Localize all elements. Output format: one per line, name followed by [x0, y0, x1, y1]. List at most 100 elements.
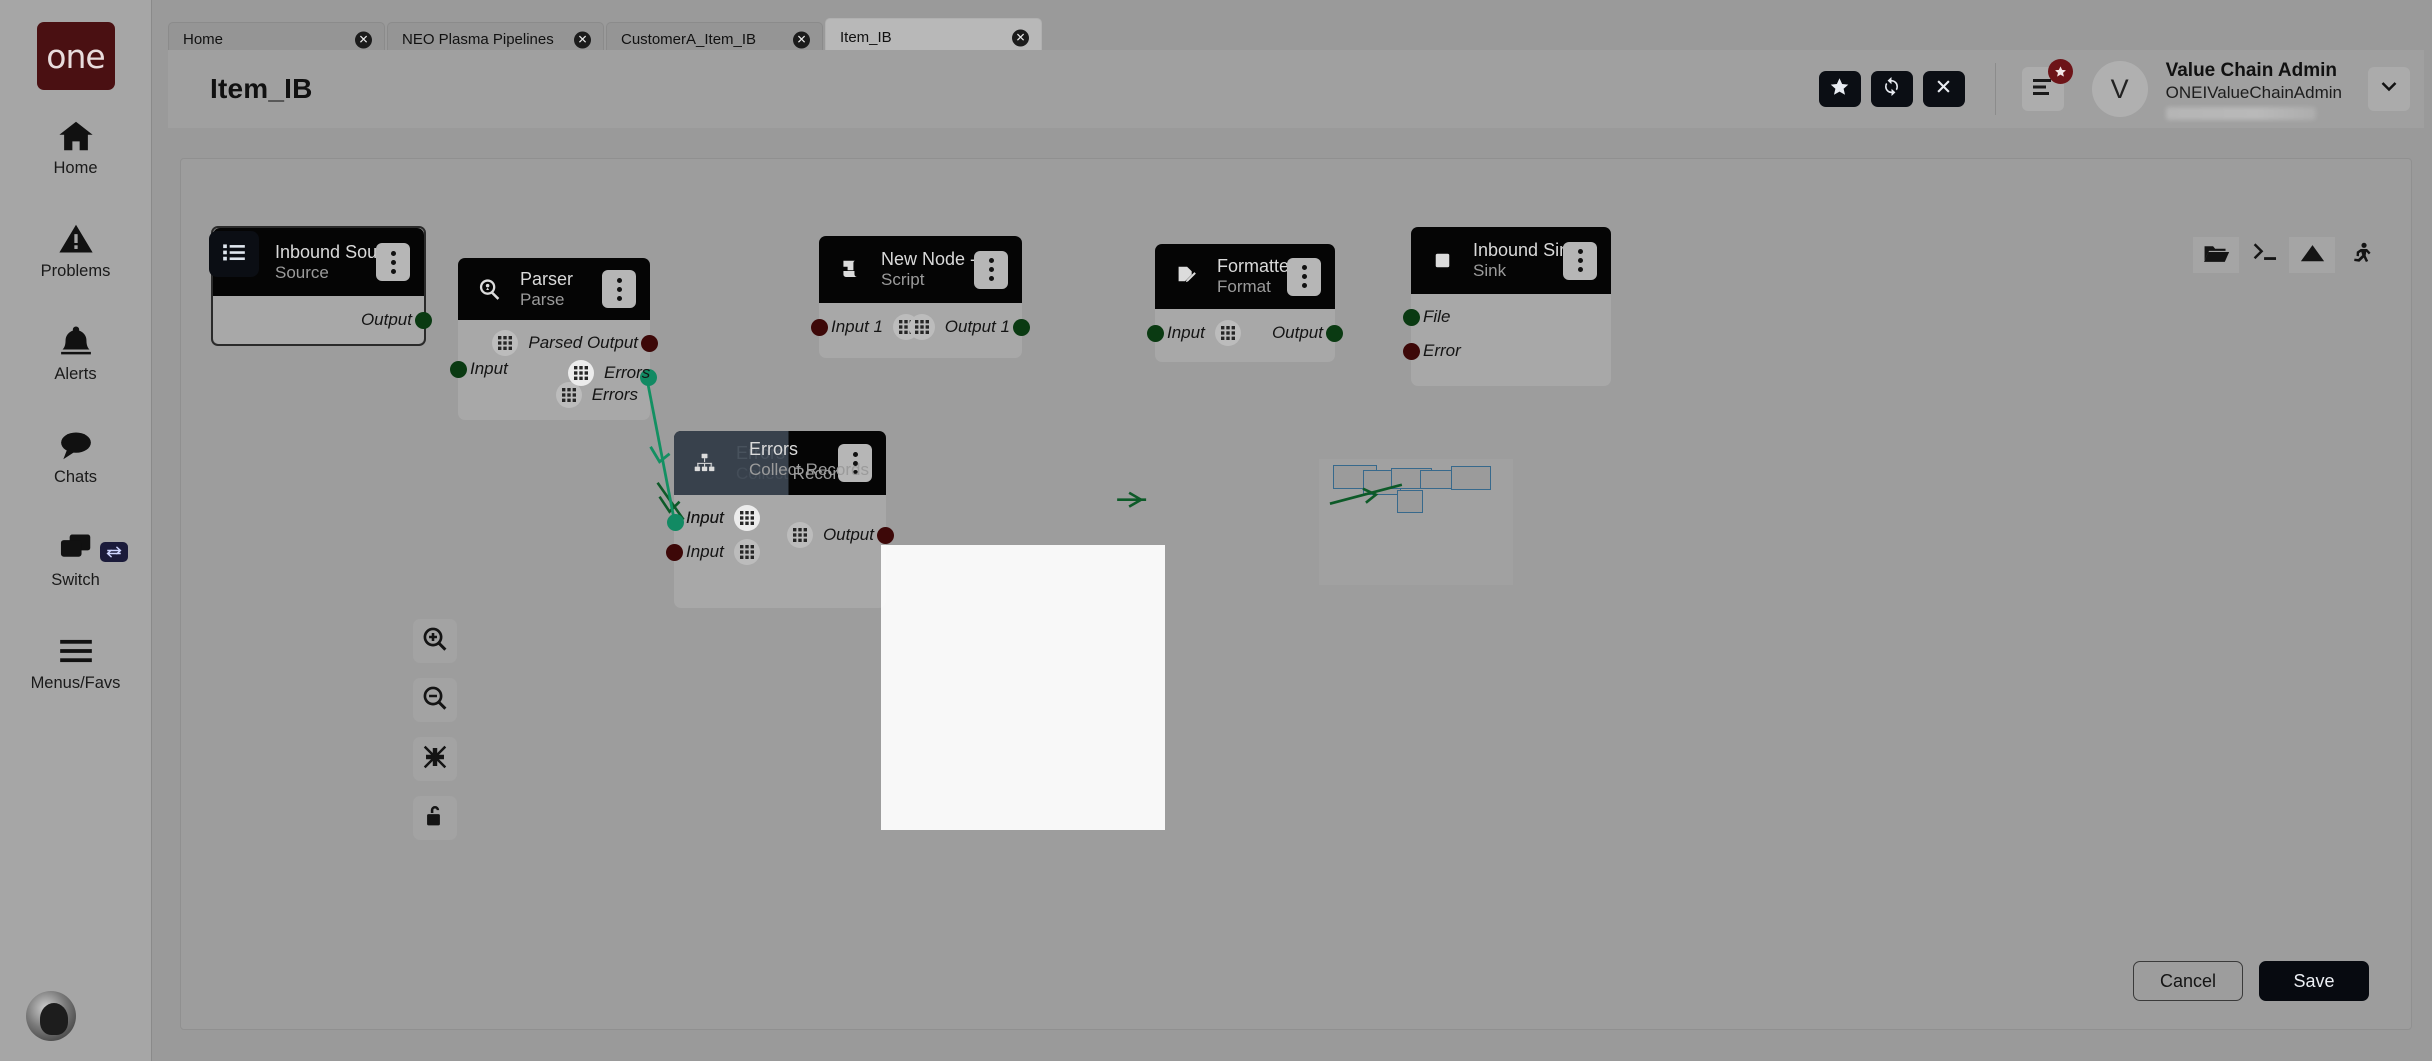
port-output-1[interactable]: Output 1	[908, 314, 1010, 340]
refresh-icon	[1881, 76, 1902, 102]
port-parsed-output[interactable]: Parsed Output	[492, 330, 638, 356]
port-label: Input	[686, 542, 724, 561]
open-folder-button[interactable]	[2193, 237, 2239, 273]
port-dot-errors-target[interactable]	[667, 514, 684, 531]
port-input[interactable]: Input	[1167, 320, 1241, 346]
port-input-1[interactable]: Input 1	[831, 314, 919, 340]
zoom-in-button[interactable]	[413, 619, 457, 663]
close-icon[interactable]: ✕	[1012, 29, 1029, 46]
sidebar-item-chats[interactable]: Chats	[0, 409, 152, 502]
node-parser[interactable]: Parser Parse Parsed Output Errors Input	[450, 258, 658, 420]
port-dot-output[interactable]	[1326, 325, 1343, 342]
user-info: Value Chain Admin ONEIValueChainAdmin	[2165, 59, 2342, 120]
magnifier-minus-icon	[421, 684, 449, 717]
node-new-node-1[interactable]: New Node - 1 Script Input 1 Output 1	[811, 236, 1030, 358]
save-button[interactable]: Save	[2259, 961, 2369, 1001]
port-dot-input[interactable]	[450, 361, 467, 378]
node-header[interactable]: Inbound Sink Sink	[1411, 227, 1611, 294]
node-subtitle: Source	[275, 262, 329, 282]
port-label: Input	[470, 359, 508, 378]
port-dot-output[interactable]	[877, 527, 894, 544]
node-header[interactable]: New Node - 1 Script	[819, 236, 1022, 303]
tab-label: Home	[183, 31, 224, 48]
user-menu-button[interactable]	[2368, 67, 2410, 111]
refresh-button[interactable]	[1870, 71, 1913, 107]
grid-icon	[1214, 320, 1241, 346]
document-edit-icon	[1169, 264, 1203, 289]
port-error[interactable]: Error	[1423, 340, 1461, 362]
node-menu-button[interactable]	[1563, 241, 1597, 280]
minimap-node	[1420, 470, 1455, 489]
lock-button[interactable]	[413, 796, 457, 840]
close-icon[interactable]: ✕	[574, 31, 591, 48]
port-dot-input-1[interactable]	[811, 319, 828, 336]
port-input-primary-overlay[interactable]: Input	[686, 505, 760, 531]
port-label: File	[1423, 307, 1451, 326]
tab-label: Item_IB	[840, 29, 892, 46]
sidebar-item-menus-favs[interactable]: Menus/Favs	[0, 615, 152, 708]
port-input[interactable]: Input	[470, 358, 508, 380]
list-view-toggle-button[interactable]	[209, 231, 259, 277]
fit-to-screen-button[interactable]	[413, 737, 457, 781]
sidebar-item-label: Menus/Favs	[30, 674, 121, 693]
minimap[interactable]	[1319, 459, 1513, 585]
run-button[interactable]	[2337, 237, 2383, 273]
sidebar-item-label: Alerts	[54, 365, 97, 384]
warning-triangle-icon	[56, 219, 96, 259]
console-button[interactable]	[2241, 237, 2287, 273]
port-dot-error[interactable]	[1403, 343, 1420, 360]
node-header[interactable]: Parser Parse	[458, 258, 650, 320]
sidebar-item-alerts[interactable]: Alerts	[0, 306, 152, 399]
sidebar-item-switch[interactable]: Switch	[0, 512, 152, 605]
port-output[interactable]: Output	[361, 309, 412, 331]
node-menu-button[interactable]	[974, 250, 1008, 289]
port-dot-input[interactable]	[1147, 325, 1164, 342]
port-label: Output	[360, 310, 412, 329]
image-button[interactable]	[2289, 237, 2335, 273]
sidebar-item-problems[interactable]: Problems	[0, 203, 152, 296]
pipeline-canvas[interactable]: Inbound Source Source Output Parser Pars…	[180, 158, 2412, 1030]
port-errors-label-overlay[interactable]: Errors	[568, 360, 650, 386]
port-input-secondary[interactable]: Input	[686, 539, 760, 565]
close-button[interactable]	[1922, 71, 1965, 107]
avatar[interactable]: V	[2091, 61, 2148, 117]
port-dot-parsed-output[interactable]	[641, 335, 658, 352]
close-icon[interactable]: ✕	[793, 31, 810, 48]
port-dot-output[interactable]	[415, 312, 432, 329]
user-name: Value Chain Admin	[2165, 59, 2337, 81]
brand-logo[interactable]: one	[36, 22, 115, 90]
user-profile-photo[interactable]	[26, 991, 76, 1041]
brand-logo-text: one	[46, 36, 105, 76]
node-inbound-sink[interactable]: Inbound Sink Sink File Error	[1403, 227, 1611, 386]
node-formatter[interactable]: Formatter Format Input Output	[1147, 244, 1343, 362]
swap-arrows-icon[interactable]	[99, 542, 128, 562]
node-title-block: Formatter Format	[1217, 256, 1295, 297]
port-output[interactable]: Output	[786, 522, 874, 548]
port-label: Error	[1423, 341, 1461, 360]
node-subtitle: Collect Records	[749, 459, 869, 479]
node-menu-button[interactable]	[376, 243, 410, 281]
selection-highlight-overlay	[881, 545, 1165, 830]
favorite-button[interactable]	[1818, 71, 1861, 107]
cancel-button[interactable]: Cancel	[2133, 961, 2243, 1001]
port-dot-file[interactable]	[1403, 309, 1420, 326]
port-output[interactable]: Output	[1272, 322, 1323, 344]
node-menu-button[interactable]	[1287, 257, 1321, 296]
port-errors[interactable]: Errors	[555, 382, 638, 408]
sidebar-item-home[interactable]: Home	[0, 100, 152, 193]
header-actions: V Value Chain Admin ONEIValueChainAdmin	[1809, 50, 2424, 128]
node-menu-button[interactable]	[602, 270, 636, 308]
close-icon[interactable]: ✕	[355, 31, 372, 48]
script-scroll-icon	[833, 257, 867, 282]
port-dot-input-secondary[interactable]	[666, 544, 683, 561]
magnifier-pin-icon	[472, 277, 506, 302]
node-header[interactable]: Formatter Format	[1155, 244, 1335, 309]
footer-actions: Cancel Save	[2133, 961, 2369, 1001]
node-name: Errors	[749, 439, 798, 459]
menu-list-button[interactable]	[2021, 59, 2073, 111]
header-divider	[1994, 63, 1996, 115]
zoom-out-button[interactable]	[413, 678, 457, 722]
star-icon	[2047, 59, 2073, 84]
port-dot-output-1[interactable]	[1013, 319, 1030, 336]
port-file[interactable]: File	[1423, 306, 1450, 328]
